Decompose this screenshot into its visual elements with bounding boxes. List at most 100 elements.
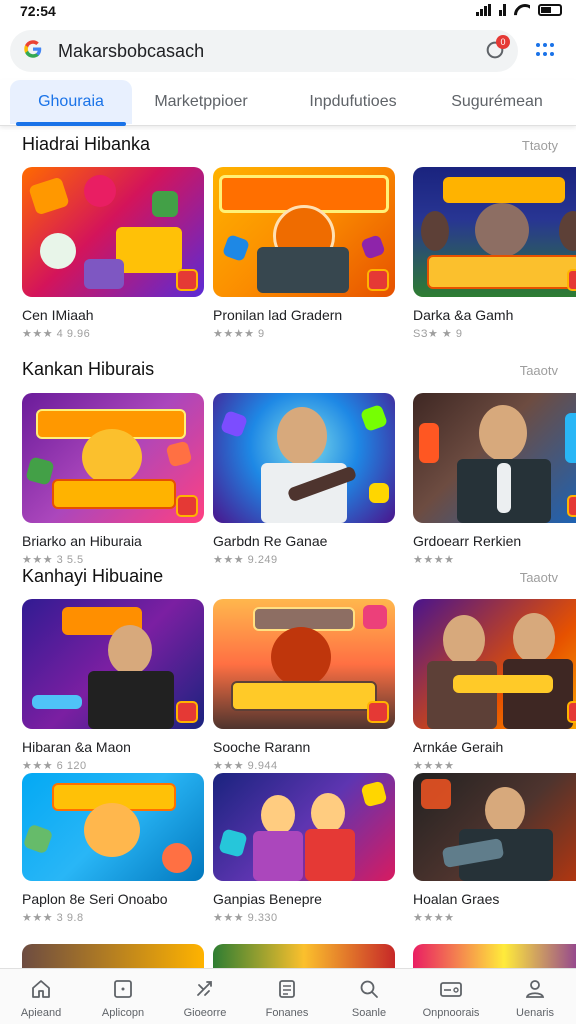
app-name: Briarko an Hiburaia xyxy=(22,533,142,549)
tab-label: Marketppioer xyxy=(154,93,248,110)
app-thumbnail xyxy=(22,167,204,297)
tab-inpdufutioes[interactable]: Inpdufutioes xyxy=(292,80,414,124)
app-rating: ★★★★ xyxy=(413,760,455,772)
signal-icon xyxy=(476,4,491,16)
app-thumbnail xyxy=(413,599,576,729)
section-more-link[interactable]: Taaotv xyxy=(520,363,558,378)
payment-card-icon xyxy=(440,982,462,997)
app-card[interactable]: Cen IMiaah ★★★ 4 9.96 xyxy=(22,167,204,340)
app-card[interactable]: Ganpias Benepre ★★★ 9.330 xyxy=(213,773,395,924)
apps-icon xyxy=(114,980,132,998)
nav-item-payments[interactable]: Onpnoorais xyxy=(410,973,492,1023)
status-icons xyxy=(476,4,562,16)
search-icon xyxy=(360,980,378,998)
app-rating: ★★★ 9.330 xyxy=(213,912,278,924)
bottom-navigation: Apieand Aplicopn Gioeorre Fonanes Soanle… xyxy=(0,968,576,1024)
app-card[interactable]: Darka &a Gamh SЗ★ ★ 9 xyxy=(413,167,576,340)
app-thumbnail xyxy=(213,773,395,881)
section-more-link[interactable]: Taaotv xyxy=(520,570,558,585)
battery-icon xyxy=(538,4,562,16)
nav-label: Onpnoorais xyxy=(422,1007,480,1019)
app-card[interactable]: Sooche Rarann ★★★ 9.944 xyxy=(213,599,395,772)
app-thumbnail xyxy=(413,167,576,297)
app-card[interactable]: Hibaran &a Maon ★★★ 6 120 xyxy=(22,599,204,772)
app-thumbnail[interactable] xyxy=(213,944,395,968)
app-thumbnail xyxy=(22,393,204,523)
app-thumbnail xyxy=(413,773,576,881)
nav-label: Uenaris xyxy=(516,1007,554,1019)
app-card[interactable]: Garbdn Re Ganae ★★★ 9.249 xyxy=(213,393,395,566)
nav-item-account[interactable]: Uenaris xyxy=(494,973,576,1023)
badge-icon xyxy=(176,269,198,291)
badge-icon xyxy=(367,701,389,723)
tab-label: Ghouraia xyxy=(38,93,104,110)
nav-label: Aplicopn xyxy=(101,1007,145,1019)
badge-icon xyxy=(567,495,576,517)
app-thumbnail[interactable] xyxy=(413,944,576,968)
app-card[interactable]: Arnkáe Geraih ★★★★ xyxy=(413,599,576,772)
tab-marketppioer[interactable]: Marketppioer xyxy=(140,80,262,124)
status-time: 72:54 xyxy=(20,3,56,19)
app-name: Arnkáe Geraih xyxy=(413,739,504,755)
notification-badge: 0 xyxy=(496,35,510,49)
app-thumbnail xyxy=(213,167,395,297)
app-rating: ★★★ 9.944 xyxy=(213,760,278,772)
app-thumbnail xyxy=(22,599,204,729)
nav-label: Fonanes xyxy=(265,1007,309,1019)
nav-item-home[interactable]: Apieand xyxy=(0,973,82,1023)
games-icon xyxy=(197,981,212,996)
app-name: Hoalan Graes xyxy=(413,891,500,907)
app-thumbnail xyxy=(213,599,395,729)
app-thumbnail xyxy=(213,393,395,523)
search-query[interactable]: Makarsbobcasach xyxy=(58,41,204,62)
app-name: Cen IMiaah xyxy=(22,307,94,323)
app-rating: SЗ★ ★ 9 xyxy=(413,328,463,340)
app-name: Garbdn Re Ganae xyxy=(213,533,328,549)
nav-item-apps[interactable]: Aplicopn xyxy=(82,973,164,1023)
app-rating: ★★★ 9.249 xyxy=(213,554,278,566)
app-name: Ganpias Benepre xyxy=(213,891,322,907)
google-logo-icon xyxy=(24,40,42,58)
app-card[interactable]: Paplon 8e Seri Onoabo ★★★ 3 9.8 xyxy=(22,773,204,924)
search-bar[interactable]: Makarsbobcasach 0 xyxy=(10,30,518,72)
app-rating: ★★★★ 9 xyxy=(213,328,265,340)
tab-sugurémean[interactable]: Sugurémean xyxy=(436,80,558,124)
app-thumbnail xyxy=(413,393,576,523)
app-name: Grdoearr Rerkien xyxy=(413,533,522,549)
nav-label: Soanle xyxy=(351,1007,387,1019)
app-card[interactable]: Pronilan lad Gradern ★★★★ 9 xyxy=(213,167,395,340)
nav-item-documents[interactable]: Fonanes xyxy=(246,973,328,1023)
lens-button[interactable]: 0 xyxy=(484,35,510,61)
app-rating: ★★★ 4 9.96 xyxy=(22,328,91,340)
app-rating: ★★★ 6 120 xyxy=(22,760,87,772)
section-title: Kankan Hiburais xyxy=(22,359,155,379)
app-card[interactable]: Hoalan Graes ★★★★ xyxy=(413,773,576,924)
badge-icon xyxy=(176,701,198,723)
tab-bar: Ghouraia Marketppioer Inpdufutioes Sugur… xyxy=(0,80,576,126)
nav-label: Gioeorre xyxy=(183,1007,227,1019)
section-title: Hiadrai Hibanka xyxy=(22,134,151,154)
badge-icon xyxy=(567,701,576,723)
app-rating: ★★★ 3 5.5 xyxy=(22,554,84,566)
app-card[interactable]: Briarko an Hiburaia ★★★ 3 5.5 xyxy=(22,393,204,566)
nav-label: Apieand xyxy=(20,1007,62,1019)
section-more-link[interactable]: Ttaoty xyxy=(522,138,558,153)
app-name: Paplon 8e Seri Onoabo xyxy=(22,891,168,907)
badge-icon xyxy=(567,269,576,291)
app-thumbnail[interactable] xyxy=(22,944,204,968)
apps-grid-icon[interactable] xyxy=(536,43,554,57)
tab-ghouraia[interactable]: Ghouraia xyxy=(10,80,132,126)
signal-2-icon xyxy=(499,4,506,16)
app-rating: ★★★★ xyxy=(413,554,455,566)
app-name: Pronilan lad Gradern xyxy=(213,307,343,323)
badge-icon xyxy=(367,269,389,291)
status-bar: 72:54 xyxy=(0,0,576,24)
app-card[interactable]: Grdoearr Rerkien ★★★★ xyxy=(413,393,576,566)
wifi-icon xyxy=(514,4,530,16)
nav-item-search[interactable]: Soanle xyxy=(328,973,410,1023)
documents-icon xyxy=(279,980,295,998)
app-name: Darka &a Gamh xyxy=(413,307,514,323)
app-thumbnail xyxy=(22,773,204,881)
nav-item-games[interactable]: Gioeorre xyxy=(164,973,246,1023)
app-name: Hibaran &a Maon xyxy=(22,739,131,755)
